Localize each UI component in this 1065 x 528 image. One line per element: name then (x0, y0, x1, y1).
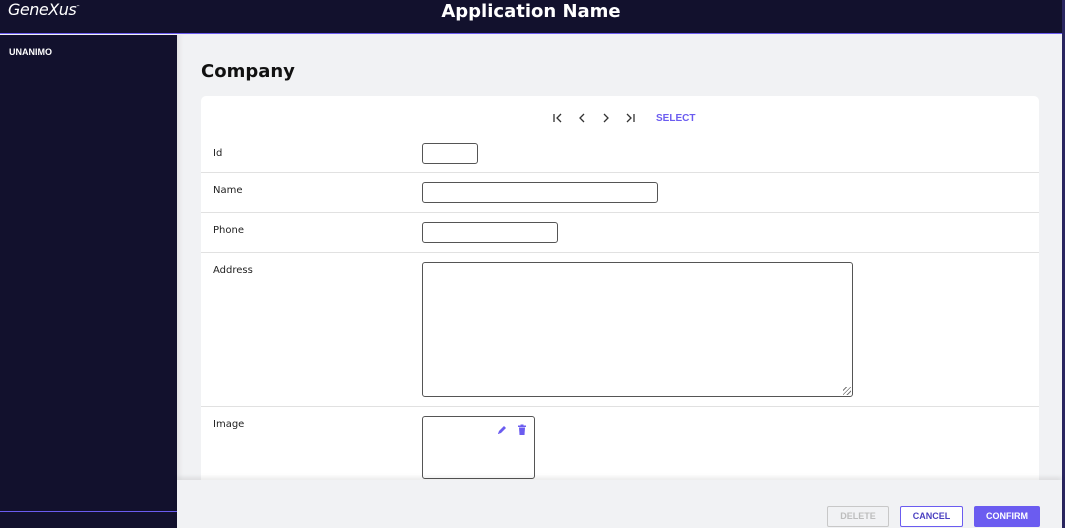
id-input[interactable] (422, 143, 478, 164)
id-label: Id (213, 148, 223, 159)
previous-icon[interactable] (570, 111, 594, 125)
resize-handle[interactable] (843, 387, 851, 395)
image-label: Image (213, 419, 245, 430)
form-row-address: Address (201, 253, 1039, 407)
trash-icon[interactable] (516, 421, 528, 440)
edit-icon[interactable] (496, 421, 508, 440)
first-page-icon[interactable] (546, 111, 570, 125)
company-form-card: SELECT Id Name Phone Address Image (201, 96, 1039, 486)
name-label: Name (213, 185, 243, 196)
sidebar-item-unanimo[interactable]: UNANIMO (9, 47, 52, 57)
sidebar-divider (0, 511, 177, 512)
delete-button[interactable]: DELETE (827, 506, 889, 527)
image-upload[interactable] (422, 416, 535, 479)
form-row-id: Id (201, 136, 1039, 173)
page-title: Company (201, 61, 295, 82)
address-label: Address (213, 265, 253, 276)
app-header: GeneXus™ Application Name (0, 0, 1062, 34)
cancel-button[interactable]: CANCEL (900, 506, 963, 527)
form-row-name: Name (201, 173, 1039, 213)
name-input[interactable] (422, 182, 658, 203)
form-row-image: Image (201, 407, 1039, 486)
select-button[interactable]: SELECT (656, 113, 695, 124)
sidebar: UNANIMO (0, 35, 177, 528)
record-navigation: SELECT (546, 111, 695, 125)
form-actions-bar: DELETE CANCEL CONFIRM (177, 480, 1062, 528)
confirm-button[interactable]: CONFIRM (974, 506, 1040, 527)
last-page-icon[interactable] (618, 111, 642, 125)
phone-label: Phone (213, 225, 244, 236)
form-row-phone: Phone (201, 213, 1039, 253)
app-title: Application Name (441, 1, 621, 22)
address-textarea[interactable] (422, 262, 853, 397)
next-icon[interactable] (594, 111, 618, 125)
main-content: Company SELECT Id Name Phone Address Ima… (177, 35, 1062, 528)
phone-input[interactable] (422, 222, 558, 243)
